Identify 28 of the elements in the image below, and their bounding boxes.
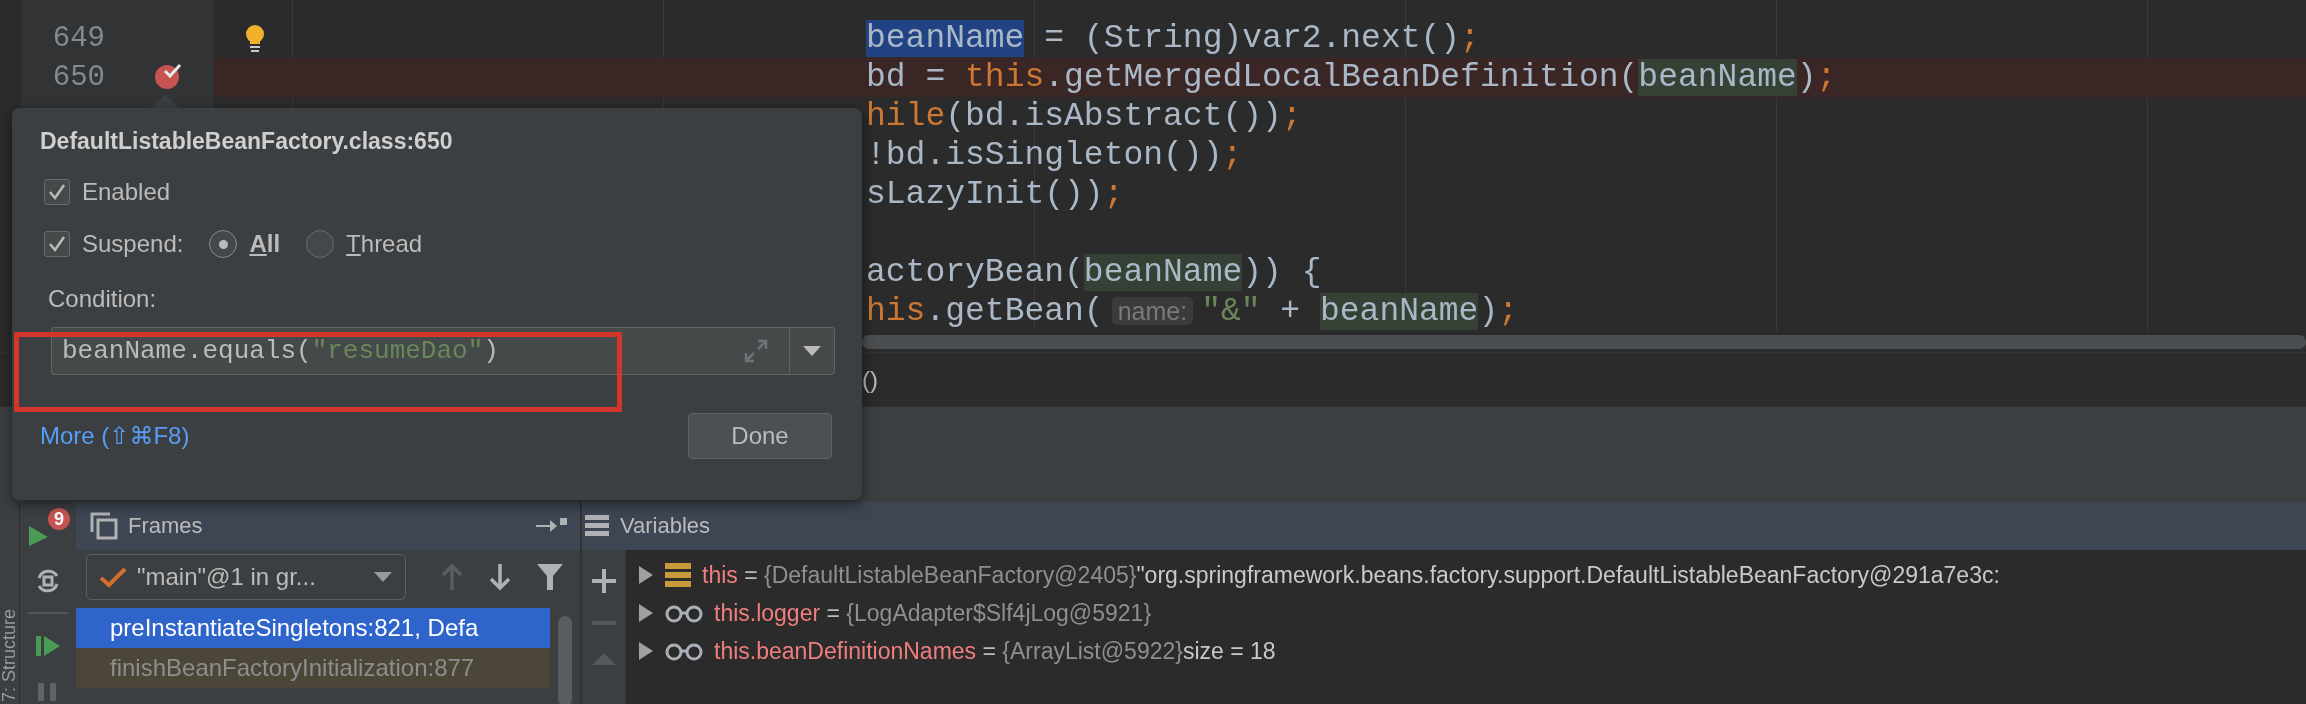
code-line: beanName = (String)var2.next(); <box>866 20 1480 57</box>
stack-frame[interactable]: preInstantiateSingletons:821, Defa <box>76 608 550 648</box>
checkbox-label: Enabled <box>82 178 171 206</box>
done-button[interactable]: Done <box>688 413 832 459</box>
code-line: hile(bd.isAbstract()); <box>866 98 1302 135</box>
radio-label: All <box>249 230 281 258</box>
code-line: !bd.isSingleton()); <box>866 137 1243 174</box>
condition-label: Condition: <box>48 285 158 313</box>
code-line: bd = this.getMergedLocalBeanDefinition(beanName); <box>866 59 1837 96</box>
count-badge: 9 <box>48 508 70 530</box>
panel-title: Variables <box>620 513 711 539</box>
variable-entry[interactable]: this.logger = {LogAdapter$Slf4jLog@5921} <box>714 599 1152 627</box>
popup-title: DefaultListableBeanFactory.class:650 <box>40 128 454 155</box>
thread-dropdown[interactable]: "main"@1 in gr... <box>86 554 406 600</box>
line-number: 650 <box>51 61 105 94</box>
more-link[interactable]: More (⇧⌘F8) <box>40 422 190 450</box>
condition-field[interactable]: beanName.equals("resumeDao") <box>51 327 835 375</box>
code-line: his.getBean( name: "&" + beanName); <box>866 293 1519 330</box>
variable-entry[interactable]: this.beanDefinitionNames = {ArrayList@5922}size = 18 <box>714 637 1276 665</box>
code-line: sLazyInit()); <box>866 176 1124 213</box>
console-text: () <box>862 365 878 394</box>
variable-entry[interactable]: this = {DefaultListableBeanFactory@2405}"org.springframework.beans.factory.support.DefaultListableBeanFactory@291a7e3c: <box>702 561 2000 589</box>
code-line: actoryBean(beanName)) { <box>866 254 1322 291</box>
stack-frame[interactable]: finishBeanFactoryInitialization:877 <box>76 648 550 688</box>
panel-title: Frames <box>128 513 203 539</box>
line-number: 649 <box>51 22 105 55</box>
radio-label: Thread <box>346 230 423 258</box>
checkbox-label: Suspend: <box>82 230 184 258</box>
